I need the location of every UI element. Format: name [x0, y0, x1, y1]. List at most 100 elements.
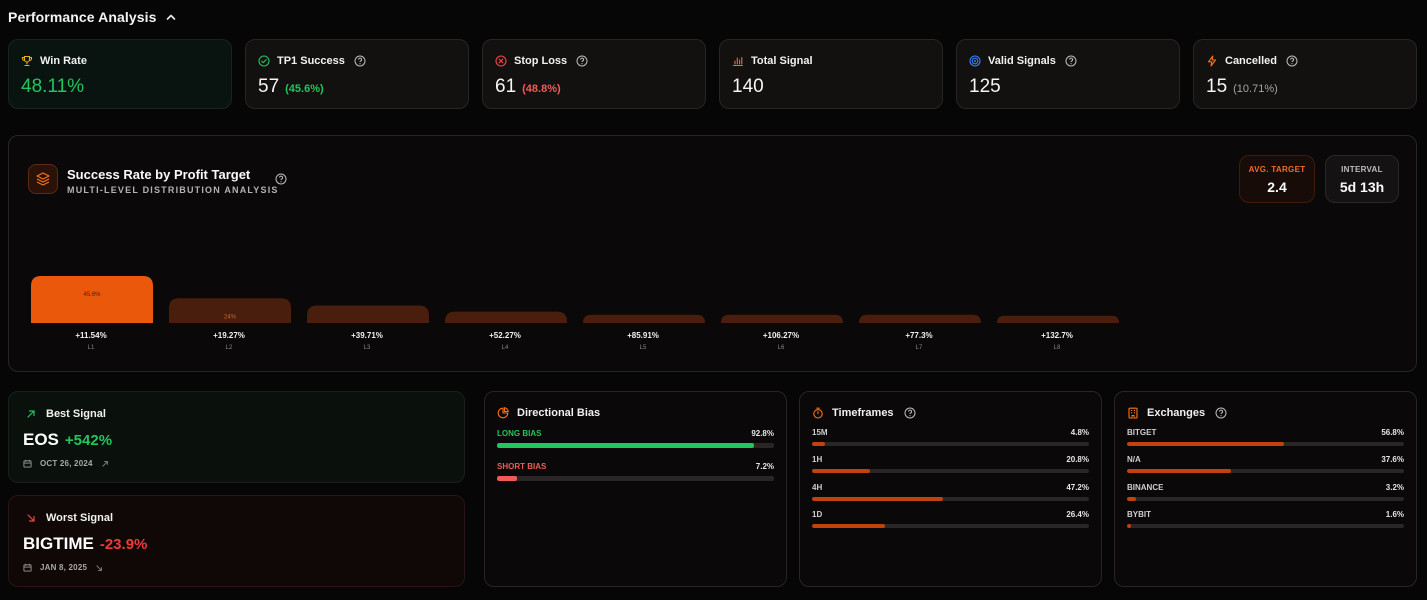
stat-card-tp1-success: TP1 Success 57 (45.6%) [245, 39, 469, 109]
chart-category-label: L2 [226, 345, 233, 351]
stat-label: Stop Loss [514, 55, 568, 67]
chart-category-label: L8 [1054, 345, 1061, 351]
chart-profit-label: +85.91% [627, 331, 659, 340]
timeframe-percent: 26.4% [1066, 510, 1089, 519]
exchange-percent: 3.2% [1385, 483, 1404, 492]
exchanges-card: Exchanges BITGET 56.8% N/A 37.6% BINANCE 3.… [1114, 391, 1417, 587]
check-circle-icon [258, 55, 270, 67]
exchange-row: N/A 37.6% [1127, 455, 1404, 473]
exchange-name: BINANCE [1127, 483, 1164, 492]
exchange-row: BYBIT 1.6% [1127, 510, 1404, 528]
timeframe-row: 4H 47.2% [812, 483, 1089, 501]
help-icon[interactable] [576, 55, 588, 67]
building-icon [1128, 407, 1138, 419]
help-icon[interactable] [904, 407, 916, 419]
timeframes-card: Timeframes 15M 4.8% 1H 20.8% 4H 47.2% 1D 26.… [799, 391, 1102, 587]
short-bias-label: SHORT BIAS [497, 462, 547, 471]
pie-chart-icon [497, 407, 509, 419]
exchange-bar [1127, 469, 1232, 473]
best-signal-date: OCT 26, 2024 [40, 459, 93, 468]
worst-signal-coin: BIGTIME [23, 534, 94, 553]
chart-bar-l4[interactable] [445, 311, 567, 323]
x-circle-icon [495, 55, 507, 67]
exchange-name: BYBIT [1127, 510, 1151, 519]
best-signal-card[interactable]: Best Signal EOS +542% OCT 26, 2024 [8, 391, 465, 483]
stat-label: Win Rate [40, 55, 87, 67]
short-bias-percent: 7.2% [755, 462, 774, 471]
lightning-icon [1207, 55, 1217, 67]
timeframe-bar [812, 469, 870, 473]
timeframes-title: Timeframes [832, 407, 894, 419]
chart-bar-l6[interactable] [721, 314, 843, 323]
timeframe-row: 15M 4.8% [812, 428, 1089, 446]
exchange-bar [1127, 442, 1285, 446]
help-icon[interactable] [1215, 407, 1227, 419]
chart-bar-l5[interactable] [583, 314, 705, 323]
exchange-name: BITGET [1127, 428, 1157, 437]
stat-label: Cancelled [1225, 55, 1277, 67]
chart-bar-l1[interactable] [31, 276, 153, 323]
chevron-up-icon[interactable] [165, 11, 177, 23]
best-signal-coin: EOS [23, 430, 59, 449]
timeframe-row: 1H 20.8% [812, 455, 1089, 473]
chart-bar-l3[interactable] [307, 305, 429, 323]
stat-percent: (45.6%) [285, 83, 324, 95]
chart-bar-l7[interactable] [859, 314, 981, 323]
external-link-icon[interactable] [101, 460, 109, 468]
chart-profit-label: +11.54% [75, 331, 106, 340]
calendar-icon [23, 459, 32, 468]
stat-label: Total Signal [751, 55, 813, 67]
stat-value: 125 [969, 76, 1001, 97]
help-icon[interactable] [354, 55, 366, 67]
chart-profit-label: +132.7% [1041, 331, 1073, 340]
timeframe-percent: 20.8% [1066, 455, 1089, 464]
stat-card-win-rate: Win Rate 48.11% [8, 39, 232, 109]
long-bias-percent: 92.8% [751, 429, 774, 438]
chart-profit-label: +39.71% [351, 331, 383, 340]
stat-value: 15 [1206, 76, 1228, 97]
success-rate-panel: Success Rate by Profit Target MULTI-LEVE… [8, 135, 1417, 372]
stat-card-stop-loss: Stop Loss 61 (48.8%) [482, 39, 706, 109]
short-bias-row: SHORT BIAS 7.2% [497, 462, 774, 481]
long-bias-label: LONG BIAS [497, 429, 542, 438]
stat-value: 48.11% [21, 76, 85, 97]
timeframe-bar [812, 442, 826, 446]
exchange-bar [1127, 524, 1132, 528]
arrow-up-right-icon [27, 410, 35, 418]
timeframe-percent: 47.2% [1066, 483, 1089, 492]
chart-data-label: 45.6% [83, 292, 101, 298]
arrow-down-right-icon [27, 514, 35, 522]
bar-chart-icon [732, 56, 744, 67]
worst-signal-change: -23.9% [99, 536, 148, 553]
help-icon[interactable] [1065, 55, 1077, 67]
worst-signal-card[interactable]: Worst Signal BIGTIME -23.9% JAN 8, 2025 [8, 495, 465, 587]
stat-value: 61 [495, 76, 517, 97]
timeframe-name: 4H [812, 483, 823, 492]
chart-bar-l8[interactable] [997, 315, 1119, 323]
stat-card-total-signal: Total Signal 140 [719, 39, 943, 109]
timeframe-bar [812, 524, 886, 528]
stat-value: 140 [732, 76, 764, 97]
timeframe-name: 15M [812, 428, 828, 437]
exchange-percent: 1.6% [1385, 510, 1404, 519]
best-signal-label: Best Signal [46, 408, 106, 420]
stat-value: 57 [258, 76, 280, 97]
chart-category-label: L6 [778, 345, 785, 351]
stat-percent: (10.71%) [1233, 83, 1278, 95]
stat-card-cancelled: Cancelled 15 (10.71%) [1193, 39, 1417, 109]
stat-card-valid-signals: Valid Signals 125 [956, 39, 1180, 109]
stat-percent: (48.8%) [522, 83, 561, 95]
best-signal-change: +542% [64, 432, 113, 449]
chart-category-label: L5 [640, 345, 647, 351]
timeframe-row: 1D 26.4% [812, 510, 1089, 528]
chart-profit-label: +77.3% [905, 331, 932, 340]
chart-category-label: L7 [916, 345, 923, 351]
arrow-down-right-icon[interactable] [95, 564, 103, 572]
chart-category-label: L1 [88, 345, 95, 351]
help-icon[interactable] [1286, 55, 1298, 67]
page-title: Performance Analysis [8, 9, 157, 25]
page-header[interactable]: Performance Analysis [8, 8, 177, 26]
exchange-bar [1127, 497, 1136, 501]
timeframe-percent: 4.8% [1070, 428, 1089, 437]
chart-profit-label: +52.27% [489, 331, 521, 340]
